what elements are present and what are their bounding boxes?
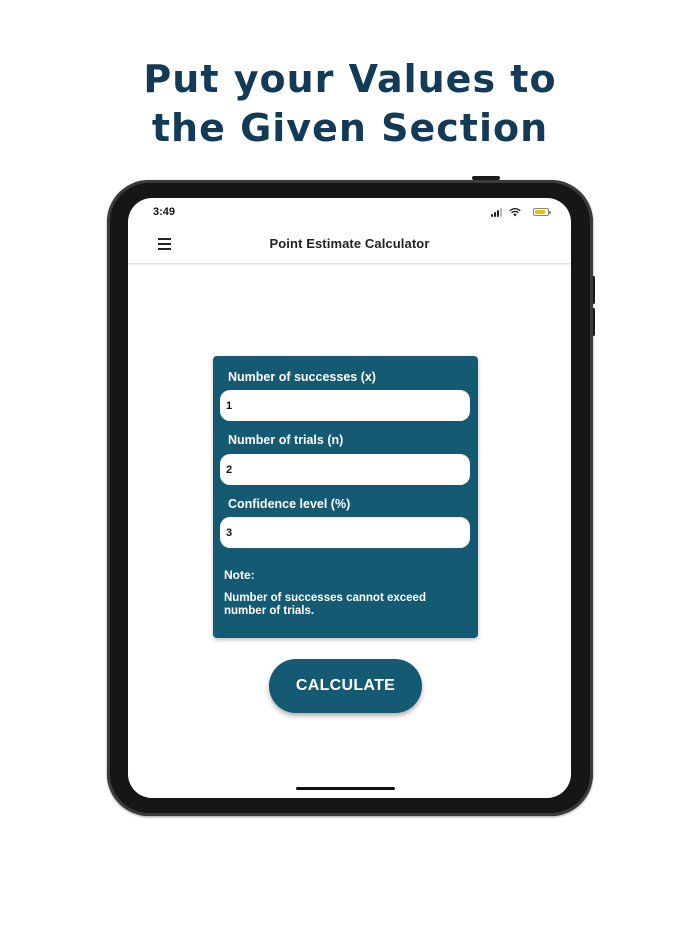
trials-label: Number of trials (n): [228, 433, 344, 447]
wifi-icon: [509, 207, 521, 217]
input-form-card: Number of successes (x) Number of trials…: [213, 356, 478, 638]
tablet-screen: 3:49 Point Estimate Calculator Number of…: [128, 198, 571, 798]
successes-label: Number of successes (x): [228, 370, 376, 384]
headline-line-2: the Given Section: [151, 106, 549, 150]
status-icons: [479, 207, 551, 219]
signal-icon: [491, 208, 505, 217]
note-title: Note:: [224, 568, 255, 582]
status-bar: 3:49: [128, 198, 571, 228]
note-text: Number of successes cannot exceed number…: [224, 592, 426, 617]
app-bar: Point Estimate Calculator: [128, 228, 571, 264]
confidence-level-label: Confidence level (%): [228, 497, 351, 511]
calculate-button[interactable]: CALCULATE: [269, 659, 422, 713]
marketing-headline: Put your Values to the Given Section: [0, 55, 700, 153]
status-time: 3:49: [153, 206, 176, 218]
home-indicator[interactable]: [296, 787, 395, 790]
headline-line-1: Put your Values to: [143, 57, 557, 101]
battery-icon: [533, 208, 551, 216]
successes-input[interactable]: [220, 390, 470, 421]
app-title: Point Estimate Calculator: [269, 236, 430, 251]
trials-input[interactable]: [220, 454, 470, 485]
confidence-level-input[interactable]: [220, 517, 470, 548]
